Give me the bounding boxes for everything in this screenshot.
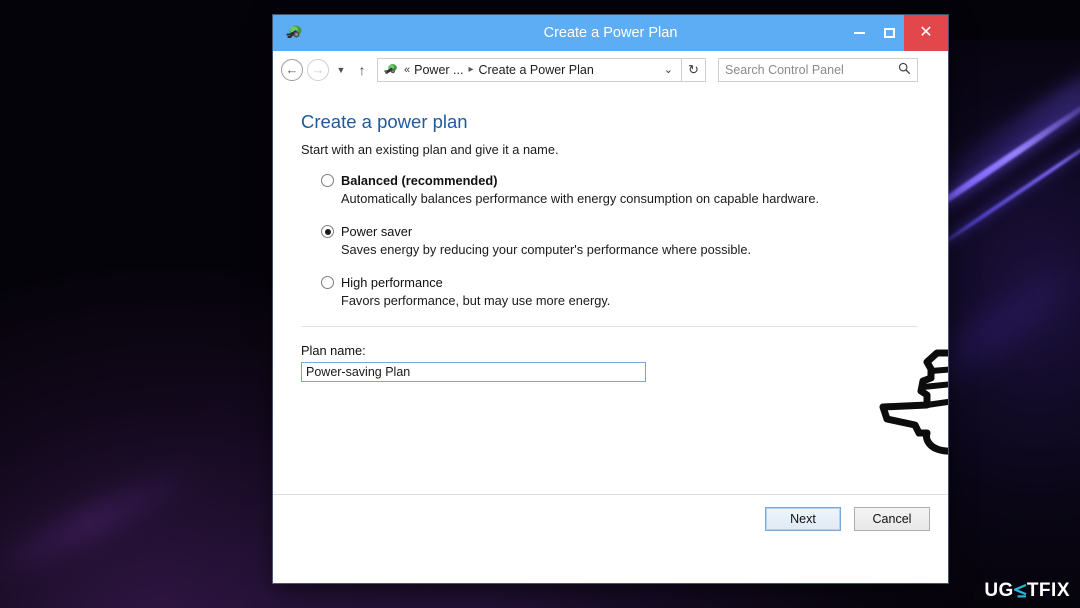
option-balanced-row[interactable]: Balanced (recommended)	[321, 173, 918, 188]
up-arrow-icon[interactable]: ↑	[353, 62, 371, 78]
radio-power-saver[interactable]	[321, 225, 334, 238]
create-power-plan-window: Create a Power Plan ✕ ← → ▼ ↑ « Power ..…	[273, 15, 948, 583]
page-subtitle: Start with an existing plan and give it …	[301, 142, 559, 157]
close-icon: ✕	[919, 24, 933, 41]
refresh-icon[interactable]: ↻	[682, 57, 706, 82]
breadcrumb[interactable]: « Power ... ▸ Create a Power Plan ⌄	[377, 57, 682, 82]
close-button[interactable]: ✕	[904, 15, 948, 51]
plan-name-label: Plan name:	[301, 343, 366, 358]
maximize-icon	[883, 28, 895, 38]
option-power-saver-description: Saves energy by reducing your computer's…	[341, 242, 752, 257]
forward-arrow-icon[interactable]: →	[307, 58, 329, 81]
section-divider	[301, 326, 918, 327]
breadcrumb-separator-icon: ▸	[468, 64, 474, 75]
next-button[interactable]: Next	[765, 507, 841, 531]
search-icon[interactable]	[898, 62, 911, 78]
watermark-ugetfix: UG TFIX	[984, 580, 1070, 602]
maximize-button[interactable]	[874, 15, 904, 51]
option-power-saver[interactable]: Power saver Saves energy by reducing you…	[301, 224, 918, 257]
chevron-down-icon[interactable]: ⌄	[658, 63, 679, 76]
power-plan-icon	[283, 22, 305, 44]
minimize-button[interactable]	[844, 15, 874, 51]
wallpaper-streak-left	[0, 452, 214, 594]
navigation-bar: ← → ▼ ↑ « Power ... ▸ Create a Power Pla…	[273, 51, 948, 89]
page-title: Create a power plan	[301, 111, 468, 132]
radio-high-performance[interactable]	[321, 276, 334, 289]
minimize-icon	[853, 32, 865, 34]
window-body: Create a power plan Start with an existi…	[273, 89, 948, 583]
option-high-performance-label: High performance	[341, 275, 443, 290]
plan-name-input[interactable]: Power-saving Plan	[301, 362, 646, 382]
option-power-saver-label: Power saver	[341, 224, 413, 239]
search-placeholder: Search Control Panel	[725, 62, 844, 77]
option-balanced-label: Balanced (recommended)	[341, 173, 498, 188]
search-input[interactable]: Search Control Panel	[718, 57, 918, 82]
cancel-button[interactable]: Cancel	[854, 507, 930, 531]
option-balanced[interactable]: Balanced (recommended) Automatically bal…	[301, 173, 918, 206]
option-high-performance[interactable]: High performance Favors performance, but…	[301, 275, 918, 308]
main-content: Create a power plan Start with an existi…	[273, 89, 948, 382]
window-controls: ✕	[844, 15, 948, 51]
watermark-part-3: TFIX	[1026, 580, 1070, 601]
breadcrumb-segment-power[interactable]: Power ...	[414, 63, 463, 77]
desktop-background: Create a Power Plan ✕ ← → ▼ ↑ « Power ..…	[0, 0, 1080, 608]
breadcrumb-segment-current[interactable]: Create a Power Plan	[478, 63, 593, 77]
option-balanced-description: Automatically balances performance with …	[341, 191, 820, 206]
power-options-icon	[382, 62, 400, 78]
option-high-performance-description: Favors performance, but may use more ene…	[341, 293, 611, 308]
button-bar: Next Cancel	[273, 495, 948, 543]
option-power-saver-row[interactable]: Power saver	[321, 224, 918, 239]
watermark-part-2	[1013, 584, 1027, 598]
breadcrumb-overflow-icon[interactable]: «	[400, 64, 414, 76]
recent-pages-dropdown-icon[interactable]: ▼	[333, 65, 349, 75]
option-high-performance-row[interactable]: High performance	[321, 275, 918, 290]
watermark-part-1: UG	[984, 580, 1014, 601]
window-titlebar[interactable]: Create a Power Plan ✕	[273, 15, 948, 51]
radio-balanced[interactable]	[321, 174, 334, 187]
back-arrow-icon[interactable]: ←	[281, 58, 303, 81]
